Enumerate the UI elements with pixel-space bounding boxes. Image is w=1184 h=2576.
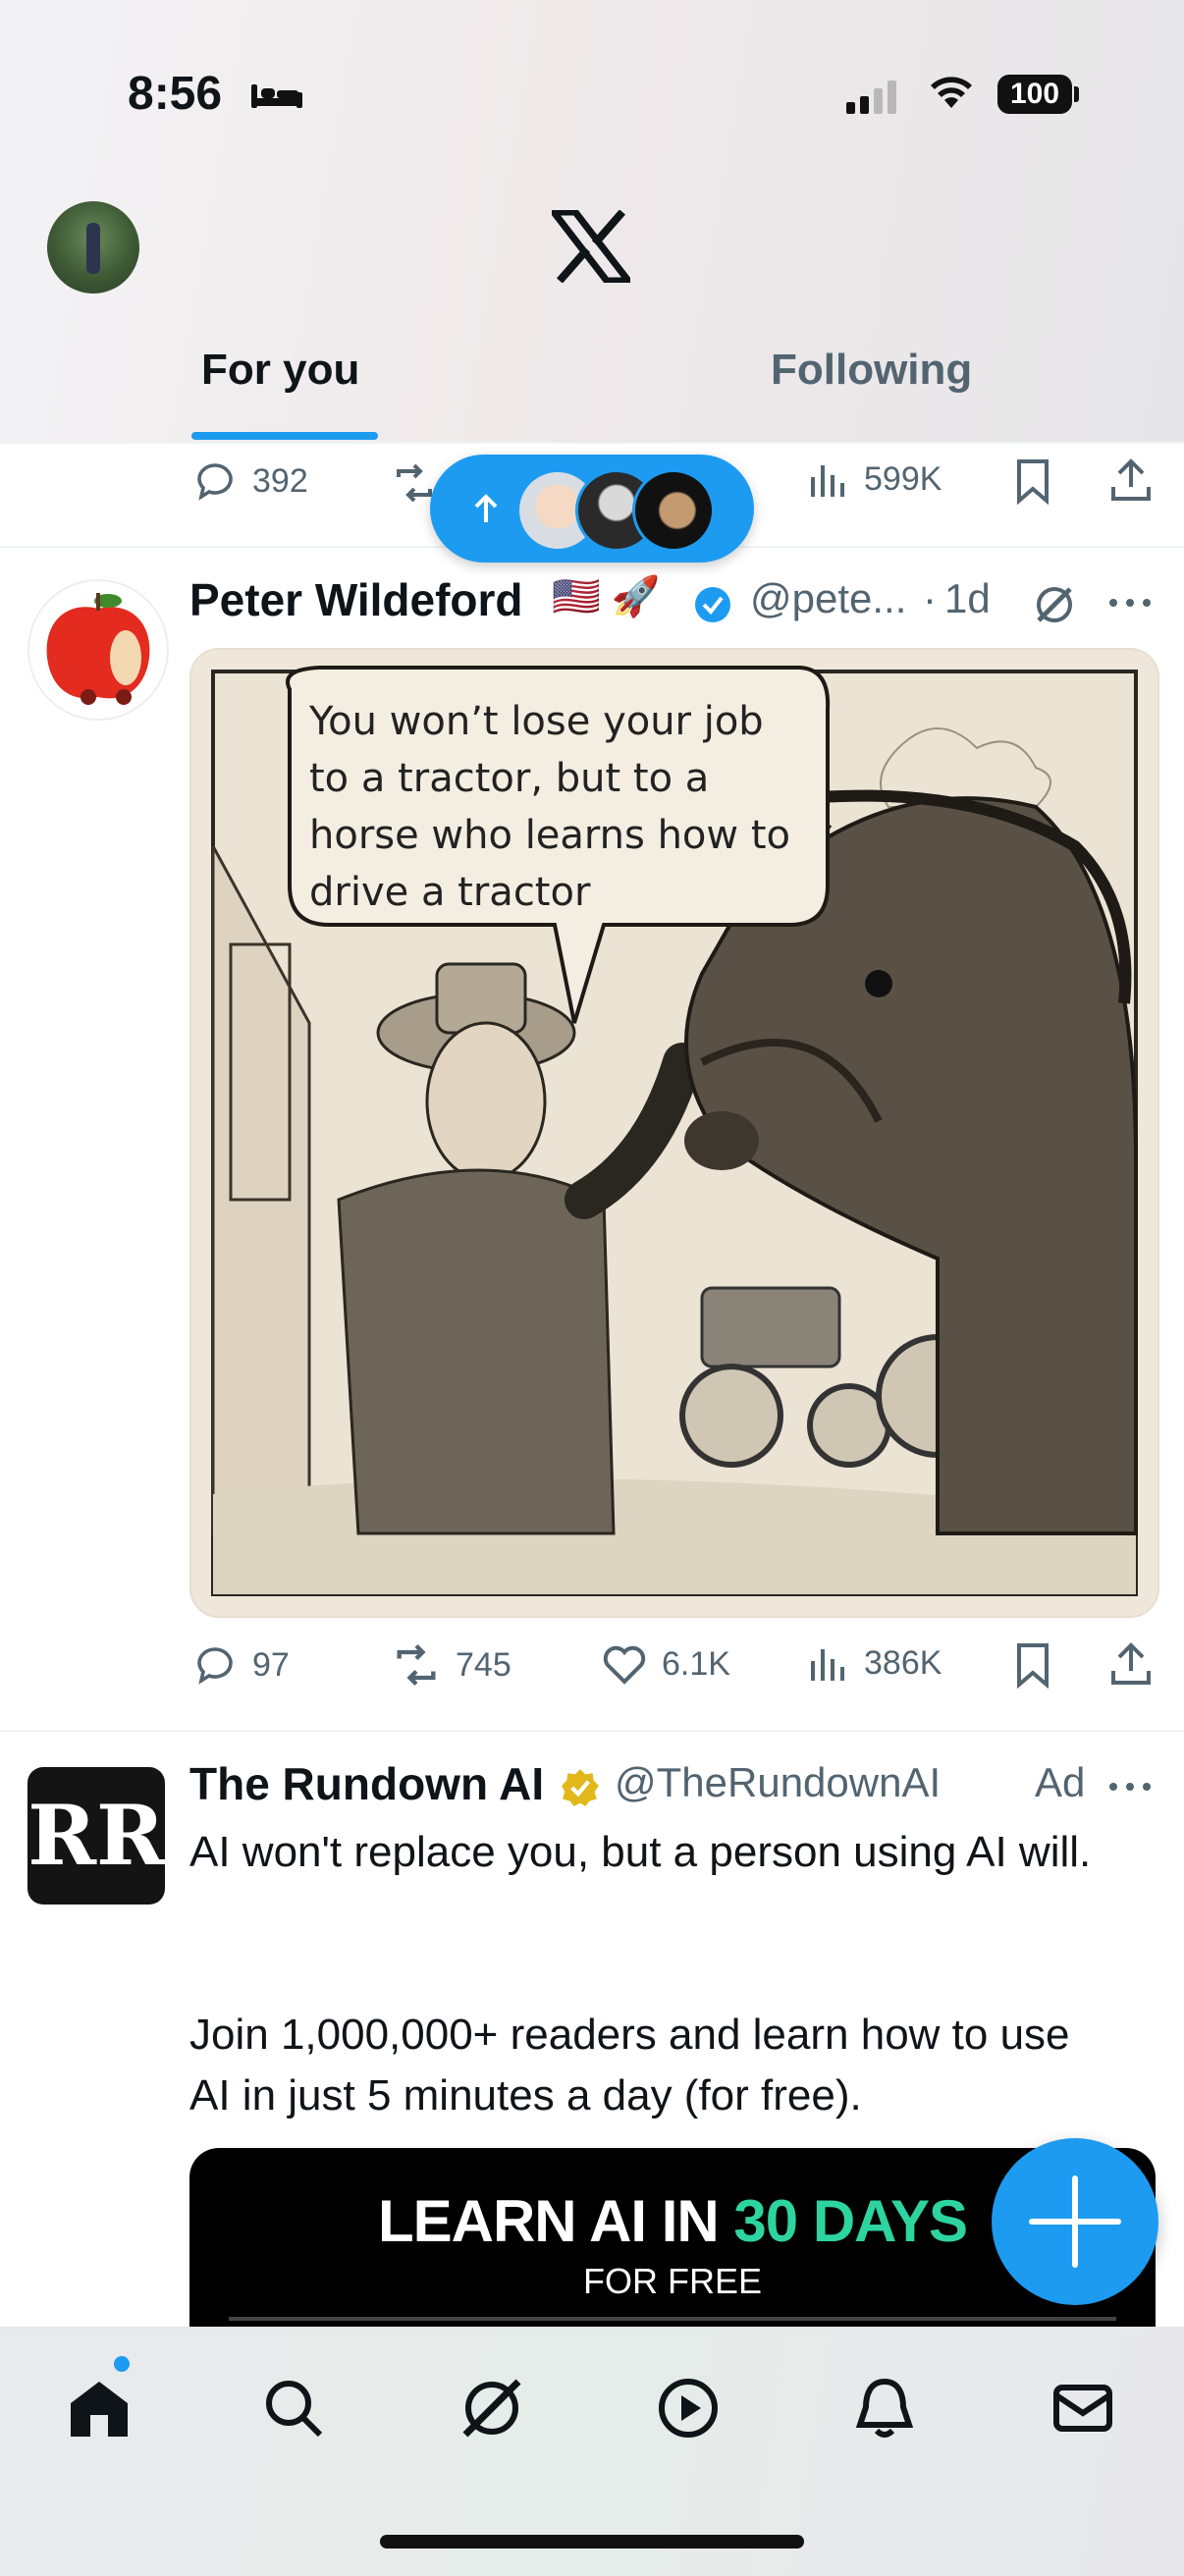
ad-text-line1: AI won't replace you, but a person using… (189, 1828, 1092, 1876)
author-name[interactable]: Peter Wildeford (189, 573, 523, 626)
messages-icon[interactable] (1049, 2374, 1117, 2442)
sleep-focus-icon (251, 84, 302, 108)
grok-icon[interactable] (1033, 583, 1076, 626)
search-icon[interactable] (259, 2374, 328, 2442)
header-divider (0, 442, 1184, 444)
views-button[interactable]: 599K (807, 457, 942, 501)
reply-count: 392 (252, 461, 308, 500)
more-options-icon[interactable] (1107, 1777, 1153, 1797)
cellular-signal-icon (846, 80, 901, 114)
separator: · (923, 575, 937, 621)
share-icon[interactable] (1107, 1639, 1155, 1689)
like-button[interactable]: 6.1K (601, 1641, 730, 1687)
reply-count: 97 (252, 1645, 290, 1684)
battery-nub (1074, 86, 1079, 102)
apple-character-icon (46, 593, 150, 705)
video-icon[interactable] (654, 2374, 723, 2442)
ad-author-name[interactable]: The Rundown AI (189, 1757, 544, 1810)
grok-icon[interactable] (457, 2374, 526, 2442)
tweet-divider (0, 1730, 1184, 1732)
ad-label: Ad (1035, 1759, 1086, 1805)
home-indicator (380, 2535, 804, 2549)
wifi-icon (931, 77, 972, 108)
more-options-icon[interactable] (1107, 593, 1153, 613)
cartoon-speech-text: You won’t lose your job to a tractor, bu… (309, 699, 790, 915)
battery-indicator: 100 (997, 75, 1072, 114)
repost-button[interactable]: 745 (391, 1641, 511, 1689)
reply-button[interactable]: 392 (191, 457, 308, 505)
profile-avatar[interactable] (47, 201, 139, 294)
bookmark-icon[interactable] (1011, 1641, 1054, 1689)
plus-icon-vertical (1072, 2175, 1078, 2268)
verified-business-badge-icon (562, 1769, 599, 1806)
author-emoji: 🇺🇸 🚀 (552, 575, 661, 618)
repost-icon (397, 1643, 436, 1687)
views-icon (811, 465, 844, 497)
verified-badge-icon (695, 587, 730, 622)
views-icon (811, 1649, 844, 1681)
repost-count: 745 (456, 1645, 511, 1684)
ad-author-avatar[interactable]: RR (27, 1767, 165, 1905)
status-time: 8:56 (128, 68, 223, 120)
arrow-up-icon (474, 494, 498, 522)
tweet-time[interactable]: 1d (944, 575, 991, 622)
reply-icon (197, 1647, 233, 1685)
reply-button[interactable]: 97 (191, 1641, 290, 1689)
home-icon[interactable] (65, 2374, 134, 2442)
share-icon[interactable] (1107, 456, 1155, 505)
active-tab-indicator (191, 432, 378, 440)
new-post-avatar-3 (632, 469, 715, 552)
ad-text-line2: Join 1,000,000+ readers and learn how to… (189, 2011, 1070, 2120)
heart-icon (603, 1645, 646, 1685)
author-handle[interactable]: @pete... (750, 575, 906, 622)
author-avatar[interactable] (27, 579, 169, 721)
views-count: 386K (864, 1643, 942, 1682)
ad-author-handle[interactable]: @TheRundownAI (615, 1759, 941, 1806)
tab-following[interactable]: Following (771, 346, 972, 395)
home-notification-dot (114, 2356, 130, 2372)
x-logo-icon[interactable] (552, 210, 630, 283)
bookmark-icon[interactable] (1011, 457, 1054, 505)
notifications-icon[interactable] (850, 2374, 919, 2442)
like-count: 6.1K (662, 1644, 730, 1683)
tab-for-you[interactable]: For you (201, 346, 359, 395)
reply-icon (197, 463, 233, 501)
views-count: 599K (864, 459, 942, 498)
views-button[interactable]: 386K (807, 1641, 942, 1685)
